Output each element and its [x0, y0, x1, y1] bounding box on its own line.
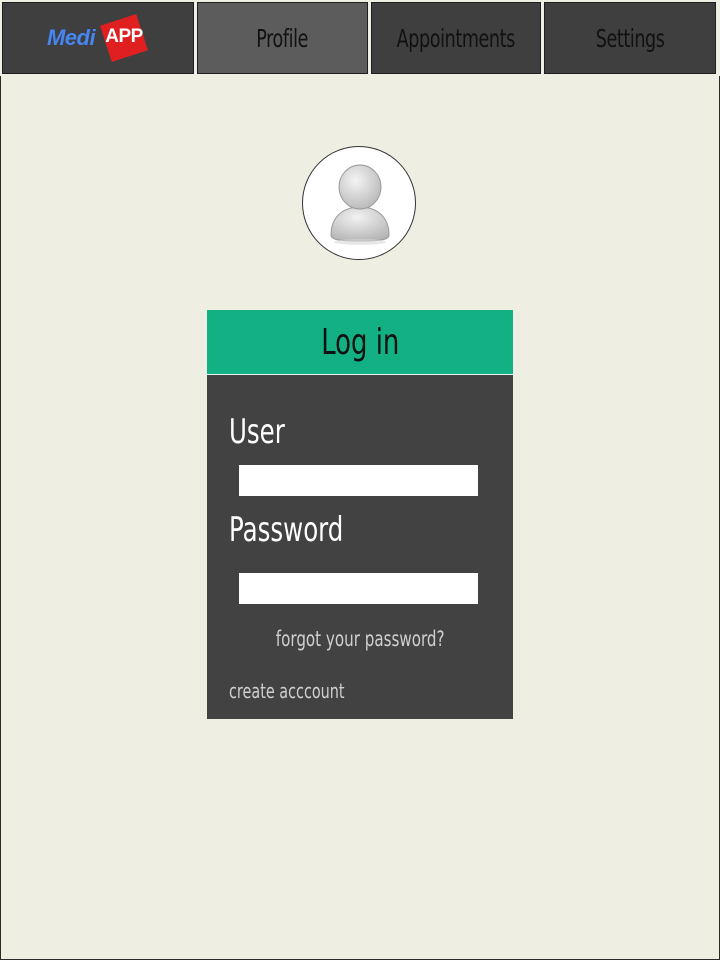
- password-input[interactable]: [239, 573, 478, 604]
- app-logo: Medi APP: [46, 14, 149, 62]
- tab-appointments[interactable]: Appointments: [371, 2, 541, 74]
- tab-profile-label: Profile: [256, 23, 309, 53]
- logo-app-text: APP: [105, 26, 143, 47]
- tab-profile[interactable]: Profile: [197, 2, 368, 74]
- logo-app-badge: APP: [99, 14, 149, 62]
- tab-settings-label: Settings: [595, 23, 665, 53]
- user-label: User: [229, 412, 285, 452]
- logo-tile[interactable]: Medi APP: [2, 2, 194, 74]
- login-panel: Log in User Password forgot your passwor…: [207, 310, 513, 719]
- forgot-password-link-text: forgot your password?: [275, 627, 445, 651]
- password-label: Password: [229, 510, 344, 550]
- tab-settings[interactable]: Settings: [544, 2, 716, 74]
- forgot-password-link[interactable]: forgot your password?: [207, 627, 513, 651]
- user-input[interactable]: [239, 465, 478, 496]
- user-silhouette-icon: [330, 164, 390, 245]
- avatar[interactable]: [302, 146, 416, 260]
- top-navigation: Medi APP Profile Appointments Settings: [0, 0, 720, 76]
- create-account-link[interactable]: create acccount: [229, 679, 345, 703]
- logo-medi-text: Medi: [46, 25, 96, 50]
- login-header: Log in: [207, 310, 513, 375]
- tab-appointments-label: Appointments: [396, 23, 516, 53]
- login-title: Log in: [320, 321, 400, 363]
